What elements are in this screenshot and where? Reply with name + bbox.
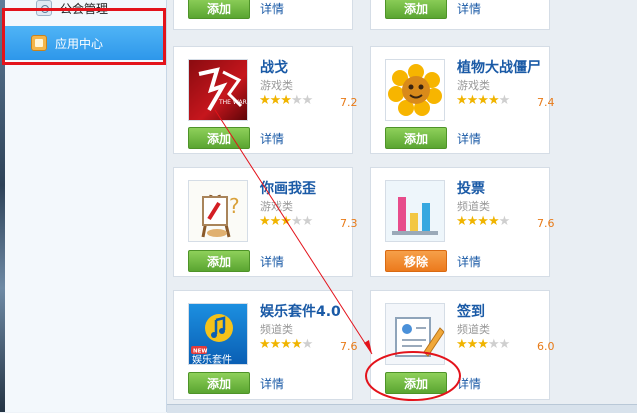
detail-link[interactable]: 详情 (457, 375, 481, 392)
rating-stars: ★★★★★ (456, 214, 510, 229)
app-category: 频道类 (260, 323, 293, 336)
add-button[interactable]: 添加 (188, 127, 250, 149)
rating-stars: ★★★★★ (259, 337, 313, 352)
app-category: 游戏类 (457, 79, 490, 92)
app-score: 6.0 (537, 340, 555, 353)
rating-stars: ★★★★★ (259, 214, 313, 229)
app-category: 频道类 (457, 200, 490, 213)
highlight-box (2, 8, 166, 65)
app-card-vote: 投票 频道类 ★★★★★ 7.6 移除 详情 (370, 167, 555, 277)
app-score: 7.6 (537, 217, 555, 230)
vote-chart-icon[interactable] (385, 180, 445, 242)
svg-text:?: ? (229, 194, 240, 218)
add-button[interactable]: 添加 (188, 372, 250, 394)
remove-button[interactable]: 移除 (385, 250, 447, 272)
app-category: 频道类 (457, 323, 490, 336)
app-title[interactable]: 投票 (457, 178, 485, 198)
detail-link[interactable]: 详情 (457, 253, 481, 270)
easel-icon[interactable]: ? (188, 180, 248, 242)
detail-link[interactable]: 详情 (260, 130, 284, 147)
app-card-signin: 签到 频道类 ★★★★★ 6.0 添加 详情 (370, 290, 555, 400)
app-score: 7.4 (537, 96, 555, 109)
app-card-zhange: THE WAR 战戈 游戏类 ★★★★★ 7.2 添加 详情 (173, 46, 358, 154)
detail-link[interactable]: 详情 (260, 253, 284, 270)
sign-in-icon[interactable] (385, 303, 445, 365)
detail-link[interactable]: 详情 (457, 0, 481, 17)
add-button[interactable]: 添加 (188, 250, 250, 272)
app-category: 游戏类 (260, 79, 293, 92)
app-grid: 添加 详情 添加 详情 THE WAR 战戈 游戏类 ★★★★★ 7.2 添加 … (167, 0, 637, 412)
app-card: 添加 详情 (370, 0, 550, 30)
app-title[interactable]: 植物大战僵尸 (457, 57, 541, 77)
app-card: 添加 详情 (173, 0, 353, 30)
music-suite-icon[interactable]: NEW 娱乐套件 (188, 303, 248, 365)
detail-link[interactable]: 详情 (457, 130, 481, 147)
app-title[interactable]: 战戈 (260, 57, 288, 77)
app-score: 7.2 (340, 96, 358, 109)
rating-stars: ★★★★★ (456, 337, 510, 352)
add-button[interactable]: 添加 (188, 0, 250, 19)
rating-stars: ★★★★★ (259, 93, 313, 108)
add-button[interactable]: 添加 (385, 372, 447, 394)
svg-text:娱乐套件: 娱乐套件 (192, 353, 232, 365)
rating-stars: ★★★★★ (456, 93, 510, 108)
app-score: 7.6 (340, 340, 358, 353)
app-title[interactable]: 娱乐套件4.0 (260, 301, 341, 321)
app-card-draw: ? 你画我歪 游戏类 ★★★★★ 7.3 添加 详情 (173, 167, 358, 277)
app-category: 游戏类 (260, 200, 293, 213)
app-card-entertainment: NEW 娱乐套件 娱乐套件4.0 频道类 ★★★★★ 7.6 添加 详情 (173, 290, 358, 400)
app-title[interactable]: 你画我歪 (260, 178, 316, 198)
svg-text:THE WAR: THE WAR (218, 99, 247, 106)
app-card-pvz: 植物大战僵尸 游戏类 ★★★★★ 7.4 添加 详情 (370, 46, 555, 154)
app-score: 7.3 (340, 217, 358, 230)
app-title[interactable]: 签到 (457, 301, 485, 321)
detail-link[interactable]: 详情 (260, 0, 284, 17)
svg-text:NEW: NEW (193, 349, 207, 355)
sunflower-icon[interactable] (385, 59, 445, 121)
detail-link[interactable]: 详情 (260, 375, 284, 392)
add-button[interactable]: 添加 (385, 0, 447, 19)
add-button[interactable]: 添加 (385, 127, 447, 149)
zhange-game-icon[interactable]: THE WAR (188, 59, 248, 121)
